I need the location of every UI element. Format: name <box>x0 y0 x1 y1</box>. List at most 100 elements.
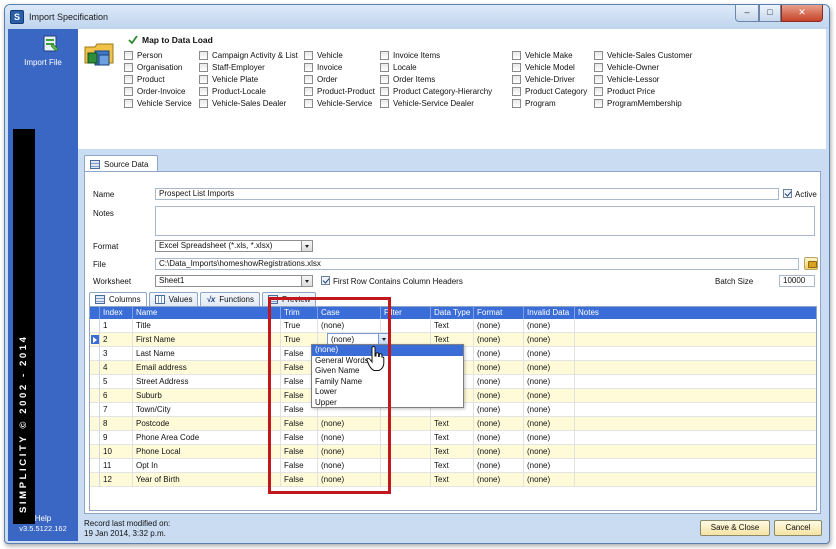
cell-name[interactable]: Last Name <box>133 347 281 361</box>
save-close-button[interactable]: Save & Close <box>700 520 770 536</box>
checkbox[interactable] <box>304 50 313 60</box>
map-item[interactable]: Invoice Items <box>380 49 492 61</box>
map-item[interactable]: Vehicle-Service Dealer <box>380 98 492 110</box>
map-item[interactable]: Campaign Activity & List <box>199 49 298 61</box>
checkbox[interactable] <box>380 50 389 60</box>
table-row[interactable]: 10 Phone Local False (none) Text (none) (none) <box>90 445 816 459</box>
checkbox[interactable] <box>594 87 603 97</box>
checkbox[interactable] <box>304 87 313 97</box>
cell-name[interactable]: Email address <box>133 361 281 375</box>
worksheet-select[interactable]: Sheet1 <box>155 275 313 287</box>
first-row-headers-checkbox[interactable] <box>321 276 330 285</box>
checkbox[interactable] <box>380 87 389 97</box>
row-selector[interactable] <box>90 347 100 361</box>
name-field[interactable]: Prospect List Imports <box>155 188 779 200</box>
cell-notes[interactable] <box>575 403 816 417</box>
cell-data-type[interactable]: Text <box>431 445 474 459</box>
cell-data-type[interactable]: Text <box>431 431 474 445</box>
cell-invalid-data[interactable]: (none) <box>524 445 575 459</box>
header-notes[interactable]: Notes <box>575 307 816 319</box>
cell-format[interactable]: (none) <box>474 473 524 487</box>
cell-name[interactable]: Postcode <box>133 417 281 431</box>
cell-invalid-data[interactable]: (none) <box>524 459 575 473</box>
cell-format[interactable]: (none) <box>474 417 524 431</box>
row-selector[interactable] <box>90 459 100 473</box>
cell-name[interactable]: Suburb <box>133 389 281 403</box>
checkbox[interactable] <box>512 62 521 72</box>
cell-index[interactable]: 8 <box>100 417 133 431</box>
checkbox[interactable] <box>380 99 389 109</box>
cell-invalid-data[interactable]: (none) <box>524 375 575 389</box>
checkbox[interactable] <box>594 74 603 84</box>
cell-format[interactable]: (none) <box>474 375 524 389</box>
cell-invalid-data[interactable]: (none) <box>524 473 575 487</box>
checkbox[interactable] <box>124 87 133 97</box>
checkbox[interactable] <box>304 99 313 109</box>
table-row[interactable]: 12 Year of Birth False (none) Text (none) (non… <box>90 473 816 487</box>
cell-name[interactable]: Year of Birth <box>133 473 281 487</box>
format-select[interactable]: Excel Spreadsheet (*.xls, *.xlsx) <box>155 240 313 252</box>
checkbox[interactable] <box>512 50 521 60</box>
map-item[interactable]: ProgramMembership <box>594 98 692 110</box>
cell-index[interactable]: 5 <box>100 375 133 389</box>
map-item[interactable]: Product <box>124 73 192 85</box>
cell-notes[interactable] <box>575 333 816 347</box>
cell-format[interactable]: (none) <box>474 361 524 375</box>
tab-columns[interactable]: Columns <box>89 292 147 306</box>
cell-invalid-data[interactable]: (none) <box>524 417 575 431</box>
chevron-down-icon[interactable] <box>301 276 312 286</box>
checkbox[interactable] <box>512 87 521 97</box>
import-file-icon[interactable] <box>42 35 60 53</box>
checkbox[interactable] <box>380 74 389 84</box>
active-checkbox[interactable] <box>783 189 792 198</box>
cell-index[interactable]: 3 <box>100 347 133 361</box>
cell-index[interactable]: 9 <box>100 431 133 445</box>
map-item[interactable]: Vehicle Make <box>512 49 587 61</box>
cell-format[interactable]: (none) <box>474 445 524 459</box>
map-item[interactable]: Vehicle <box>304 49 375 61</box>
checkbox[interactable] <box>512 99 521 109</box>
cell-name[interactable]: Phone Area Code <box>133 431 281 445</box>
map-item[interactable]: Order Items <box>380 73 492 85</box>
header-format[interactable]: Format <box>474 307 524 319</box>
file-path-field[interactable]: C:\Data_Imports\homeshowRegistrations.xl… <box>155 258 799 270</box>
checkbox[interactable] <box>304 74 313 84</box>
cell-name[interactable]: Phone Local <box>133 445 281 459</box>
checkbox[interactable] <box>512 74 521 84</box>
cell-invalid-data[interactable]: (none) <box>524 389 575 403</box>
row-selector[interactable] <box>90 403 100 417</box>
table-row[interactable]: 9 Phone Area Code False (none) Text (none) (no… <box>90 431 816 445</box>
cell-notes[interactable] <box>575 347 816 361</box>
checkbox[interactable] <box>199 87 208 97</box>
cell-invalid-data[interactable]: (none) <box>524 347 575 361</box>
minimize-button[interactable]: – <box>735 5 759 22</box>
title-bar[interactable]: S Import Specification – □ ✕ <box>5 5 829 29</box>
cell-data-type[interactable]: Text <box>431 473 474 487</box>
batch-size-field[interactable]: 10000 <box>779 275 815 287</box>
cell-index[interactable]: 1 <box>100 319 133 333</box>
tab-functions[interactable]: √x Functions <box>200 292 260 306</box>
cell-notes[interactable] <box>575 361 816 375</box>
cell-notes[interactable] <box>575 417 816 431</box>
cell-format[interactable]: (none) <box>474 403 524 417</box>
map-item[interactable]: Vehicle Service <box>124 98 192 110</box>
cell-format[interactable]: (none) <box>474 431 524 445</box>
header-index[interactable]: Index <box>100 307 133 319</box>
map-item[interactable]: Invoice <box>304 61 375 73</box>
cell-index[interactable]: 10 <box>100 445 133 459</box>
map-item[interactable]: Vehicle Model <box>512 61 587 73</box>
cell-invalid-data[interactable]: (none) <box>524 431 575 445</box>
browse-folder-icon[interactable] <box>804 257 818 270</box>
row-selector[interactable] <box>90 389 100 403</box>
cell-name[interactable]: Opt In <box>133 459 281 473</box>
help-link[interactable]: Help <box>8 514 78 523</box>
cell-invalid-data[interactable]: (none) <box>524 333 575 347</box>
cell-name[interactable]: Title <box>133 319 281 333</box>
map-item[interactable]: Vehicle-Sales Dealer <box>199 98 298 110</box>
cell-data-type[interactable]: Text <box>431 417 474 431</box>
map-item[interactable]: Order <box>304 73 375 85</box>
map-item[interactable]: Staff-Employer <box>199 61 298 73</box>
table-row[interactable]: 1 Title True (none) Text (none) (none) <box>90 319 816 333</box>
chevron-down-icon[interactable] <box>301 241 312 251</box>
checkbox[interactable] <box>594 99 603 109</box>
